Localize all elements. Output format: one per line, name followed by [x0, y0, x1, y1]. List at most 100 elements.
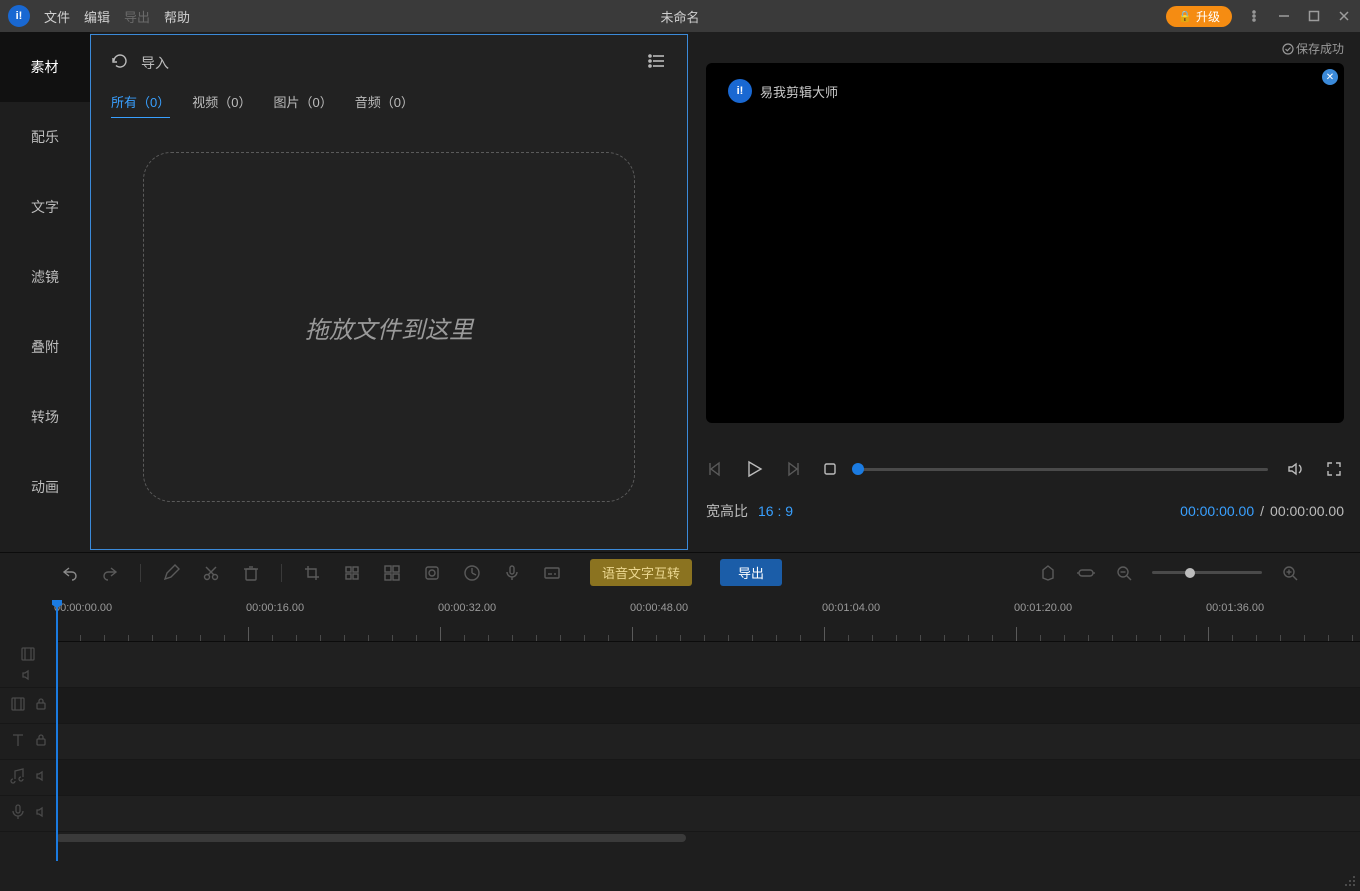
watermark-label: 易我剪辑大师 [760, 82, 838, 101]
scrollbar-thumb[interactable] [56, 834, 686, 842]
gutter-audio[interactable] [0, 760, 56, 796]
ruler-label: 00:01:36.00 [1206, 602, 1264, 614]
track-video-overlay[interactable] [56, 688, 1360, 724]
crop-tool-icon[interactable] [302, 563, 322, 583]
side-nav-item-material[interactable]: 素材 [0, 32, 90, 102]
import-button[interactable]: 导入 [141, 53, 169, 73]
time-current: 00:00:00.00 [1180, 503, 1254, 519]
toolbar-divider [140, 564, 141, 582]
more-menu-icon[interactable] [1246, 8, 1262, 24]
title-bar: i! 文件 编辑 导出 帮助 未命名 🔒 升级 [0, 0, 1360, 32]
refresh-icon[interactable] [111, 52, 129, 73]
side-nav-item-overlay[interactable]: 叠附 [0, 312, 90, 382]
track-text[interactable] [56, 724, 1360, 760]
preview-progress-thumb[interactable] [852, 463, 864, 475]
side-nav-item-music[interactable]: 配乐 [0, 102, 90, 172]
prev-frame-button[interactable] [706, 459, 726, 479]
drop-zone[interactable]: 拖放文件到这里 [143, 152, 635, 502]
gutter-video-main[interactable] [0, 642, 56, 688]
zoom-slider[interactable] [1152, 571, 1262, 574]
volume-icon [35, 770, 47, 785]
fit-timeline-icon[interactable] [1076, 563, 1096, 583]
mosaic-tool-icon[interactable] [342, 563, 362, 583]
ruler-label: 00:01:04.00 [822, 602, 880, 614]
volume-icon [21, 668, 35, 685]
freeze-frame-icon[interactable] [422, 563, 442, 583]
tracks [56, 642, 1360, 832]
preview-controls [706, 459, 1344, 479]
upgrade-button[interactable]: 🔒 升级 [1166, 6, 1232, 27]
gutter-text[interactable] [0, 724, 56, 760]
export-button[interactable]: 导出 [720, 559, 782, 586]
voice-text-convert-button[interactable]: 语音文字互转 [590, 559, 692, 586]
close-button[interactable] [1336, 8, 1352, 24]
music-icon [9, 767, 27, 788]
side-nav-item-filter[interactable]: 滤镜 [0, 242, 90, 312]
menu-export: 导出 [124, 7, 150, 26]
media-tab-audio[interactable]: 音频（0） [355, 92, 414, 118]
undo-button[interactable] [60, 563, 80, 583]
timeline-toolbar: 语音文字互转 导出 [0, 552, 1360, 592]
fullscreen-button[interactable] [1324, 459, 1344, 479]
time-total: 00:00:00.00 [1270, 503, 1344, 519]
save-status: 保存成功 [706, 40, 1344, 57]
delete-tool-icon[interactable] [241, 563, 261, 583]
play-button[interactable] [744, 459, 764, 479]
volume-icon [35, 806, 47, 821]
lock-icon: 🔒 [1178, 10, 1192, 23]
zoom-tool-icon[interactable] [382, 563, 402, 583]
preview-viewport[interactable]: i! 易我剪辑大师 ✕ [706, 63, 1344, 423]
timeline-scrollbar[interactable] [0, 832, 1360, 844]
watermark-close-icon[interactable]: ✕ [1322, 69, 1338, 85]
voiceover-tool-icon[interactable] [502, 563, 522, 583]
side-nav-item-text[interactable]: 文字 [0, 172, 90, 242]
side-nav-item-transition[interactable]: 转场 [0, 382, 90, 452]
gutter-video-overlay[interactable] [0, 688, 56, 724]
preview-watermark: i! 易我剪辑大师 [718, 75, 848, 107]
drop-hint: 拖放文件到这里 [305, 310, 473, 345]
menu-help[interactable]: 帮助 [164, 7, 190, 26]
volume-button[interactable] [1286, 459, 1306, 479]
subtitle-tool-icon[interactable] [542, 563, 562, 583]
track-gutters [0, 642, 56, 832]
speed-tool-icon[interactable] [462, 563, 482, 583]
marker-tool-icon[interactable] [1038, 563, 1058, 583]
edit-tool-icon[interactable] [161, 563, 181, 583]
side-nav: 素材 配乐 文字 滤镜 叠附 转场 动画 [0, 32, 90, 552]
gutter-voiceover[interactable] [0, 796, 56, 832]
zoom-slider-thumb[interactable] [1185, 568, 1195, 578]
preview-progress-slider[interactable] [858, 468, 1268, 471]
menu-file[interactable]: 文件 [44, 7, 70, 26]
menu-edit[interactable]: 编辑 [84, 7, 110, 26]
timeline-ruler[interactable]: 00:00:00.0000:00:16.0000:00:32.0000:00:4… [56, 592, 1360, 642]
aspect-ratio-value[interactable]: 16 : 9 [758, 503, 793, 519]
side-nav-item-animation[interactable]: 动画 [0, 452, 90, 522]
maximize-button[interactable] [1306, 8, 1322, 24]
zoom-out-button[interactable] [1114, 563, 1134, 583]
time-divider: / [1260, 503, 1264, 519]
media-tab-image[interactable]: 图片（0） [273, 92, 332, 118]
film-icon [9, 695, 27, 716]
track-video-main[interactable] [56, 642, 1360, 688]
minimize-button[interactable] [1276, 8, 1292, 24]
timeline: 00:00:00.0000:00:16.0000:00:32.0000:00:4… [0, 592, 1360, 844]
app-logo-icon: i! [8, 5, 30, 27]
cut-tool-icon[interactable] [201, 563, 221, 583]
resize-grip-icon[interactable] [1342, 873, 1356, 887]
aspect-ratio-label: 宽高比 [706, 501, 748, 521]
redo-button[interactable] [100, 563, 120, 583]
media-tab-video[interactable]: 视频（0） [192, 92, 251, 118]
ruler-label: 00:00:32.00 [438, 602, 496, 614]
text-icon [9, 731, 27, 752]
next-frame-button[interactable] [782, 459, 802, 479]
media-tab-all[interactable]: 所有（0） [111, 92, 170, 118]
track-audio[interactable] [56, 760, 1360, 796]
preview-panel: 保存成功 i! 易我剪辑大师 ✕ [690, 32, 1360, 552]
zoom-in-button[interactable] [1280, 563, 1300, 583]
ruler-label: 00:00:16.00 [246, 602, 304, 614]
ruler-label: 00:00:00.00 [54, 602, 112, 614]
track-voiceover[interactable] [56, 796, 1360, 832]
stop-button[interactable] [820, 459, 840, 479]
list-view-toggle-icon[interactable] [647, 51, 667, 74]
ruler-label: 00:01:20.00 [1014, 602, 1072, 614]
